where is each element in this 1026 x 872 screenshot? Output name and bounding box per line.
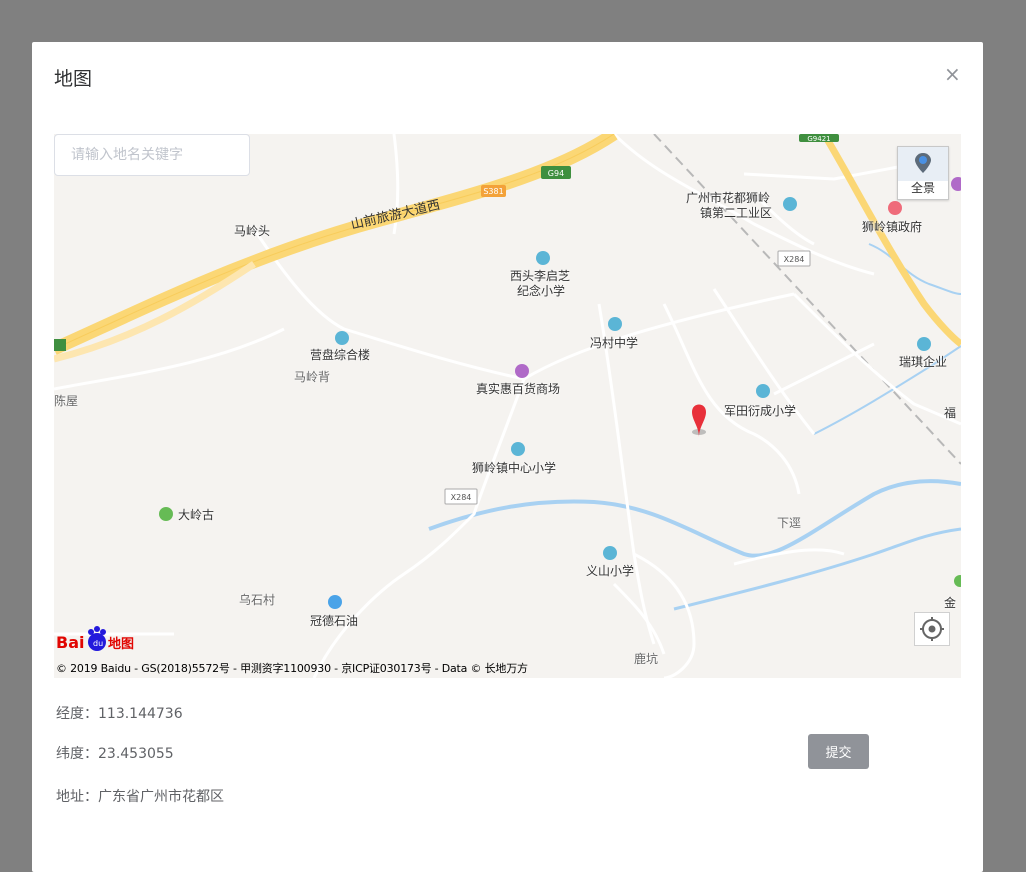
place-label: 义山小学	[586, 564, 635, 578]
place-label: 营盘综合楼	[310, 348, 371, 362]
place-label: 福	[944, 406, 957, 420]
place-label: 纪念小学	[517, 284, 566, 298]
place-label: 乌石村	[239, 593, 276, 607]
dialog-title: 地图	[54, 68, 93, 90]
search-input[interactable]	[54, 134, 250, 176]
place-label: 真实惠百货商场	[476, 382, 561, 396]
latitude-row: 纬度：23.453055	[56, 743, 174, 763]
map-view[interactable]: S381 G94 G9421 X284 X284 山前旅游大道西 马岭头 西头李…	[54, 134, 961, 678]
locate-icon	[920, 617, 944, 641]
place-label: 马岭头	[234, 224, 271, 238]
longitude-value: 113.144736	[98, 706, 183, 722]
latitude-label: 纬度：	[56, 746, 98, 762]
place-label: 大岭古	[178, 508, 215, 522]
close-icon[interactable]: ×	[944, 64, 961, 84]
svg-text:地图: 地图	[108, 636, 134, 652]
svg-text:du: du	[93, 639, 103, 648]
place-label: 狮岭镇中心小学	[472, 461, 557, 475]
place-label: 冯村中学	[590, 336, 639, 350]
place-label: 鹿坑	[634, 652, 659, 666]
place-label: 军田衍成小学	[724, 404, 797, 418]
place-label: 陈屋	[54, 394, 79, 408]
place-label: 金	[944, 596, 957, 610]
baidu-logo: Bai du 地图	[56, 626, 134, 652]
address-row: 地址：广东省广州市花都区	[56, 786, 224, 806]
panorama-label: 全景	[910, 181, 935, 195]
map-dialog: 地图 × S381 G94 G9421 X284 X284 山前旅游大道西 马岭…	[32, 42, 983, 872]
shield-s381: S381	[483, 187, 503, 196]
place-label: 狮岭镇政府	[862, 220, 923, 234]
shield-g94: G94	[548, 169, 564, 178]
locate-button[interactable]	[914, 612, 950, 646]
address-label: 地址：	[56, 789, 98, 805]
map-canvas: S381 G94 G9421 X284 X284 山前旅游大道西	[54, 134, 961, 678]
location-marker-icon[interactable]	[692, 404, 706, 438]
place-label: 瑞琪企业	[899, 355, 948, 369]
place-label: 镇第二工业区	[700, 206, 773, 220]
place-label: 冠德石油	[310, 614, 359, 628]
panorama-button[interactable]: 全景	[897, 146, 949, 200]
latitude-value: 23.453055	[98, 746, 174, 762]
map-copyright: © 2019 Baidu - GS(2018)5572号 - 甲测资字11009…	[56, 662, 528, 675]
shield-x284-b: X284	[451, 493, 472, 502]
panorama-icon	[898, 147, 948, 181]
svg-text:Bai: Bai	[56, 633, 84, 652]
longitude-row: 经度：113.144736	[56, 703, 183, 723]
submit-button[interactable]: 提交	[808, 734, 869, 769]
longitude-label: 经度：	[56, 706, 98, 722]
place-label: 马岭背	[294, 370, 331, 384]
shield-g9421: G9421	[807, 135, 830, 143]
shield-x284-a: X284	[784, 255, 805, 264]
place-label: 下逕	[777, 516, 802, 530]
address-value: 广东省广州市花都区	[98, 789, 224, 805]
